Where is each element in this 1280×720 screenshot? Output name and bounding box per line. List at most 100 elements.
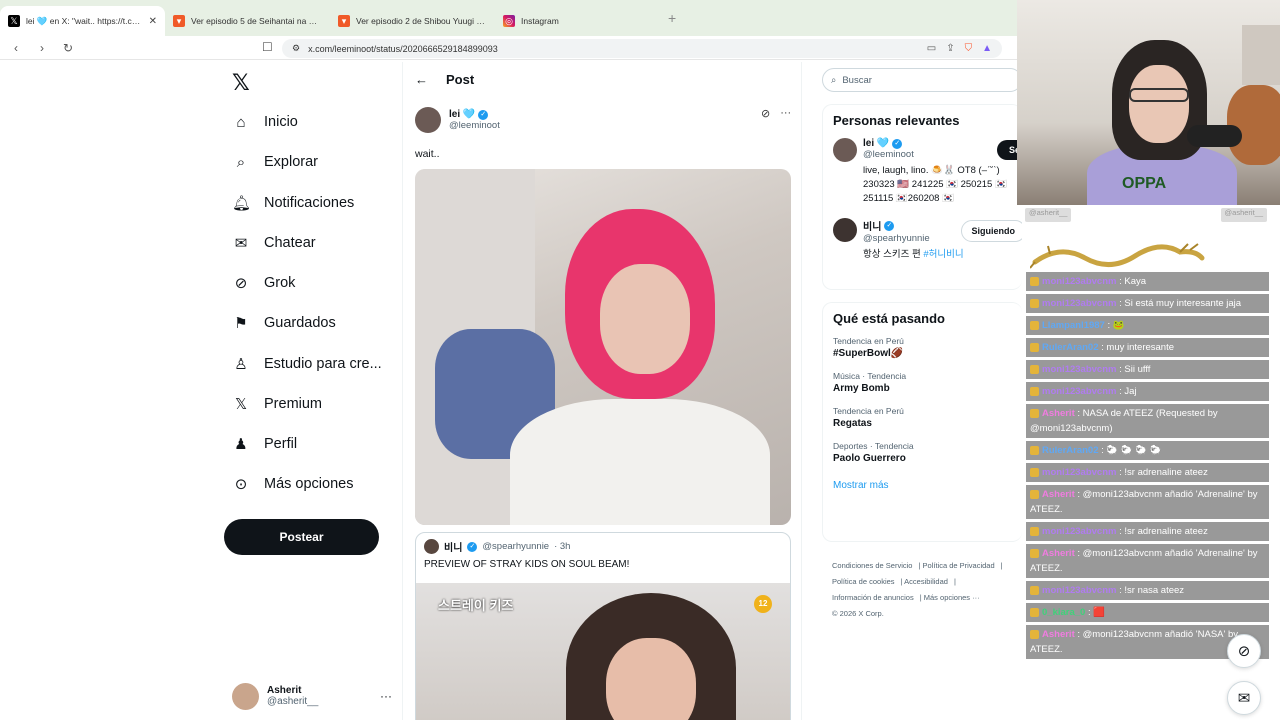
footer-link[interactable]: Política de cookies bbox=[832, 577, 895, 586]
chat-text: : 🟥 bbox=[1087, 607, 1106, 618]
hashtag-link[interactable]: #허니비니 bbox=[923, 249, 963, 260]
verified-icon: ✓ bbox=[892, 138, 903, 149]
post-button[interactable]: Postear bbox=[224, 519, 379, 555]
chat-username: 0_kiara_0 bbox=[1042, 607, 1086, 618]
microphone bbox=[1187, 125, 1242, 147]
brave-shield-icon[interactable]: ⛉ bbox=[965, 43, 973, 54]
person-handle: @spearhyunnie bbox=[863, 233, 930, 244]
nav-item-premium[interactable]: 𝕏 Premium bbox=[232, 392, 322, 416]
chat-text: : !sr adrenaline ateez bbox=[1119, 467, 1208, 478]
rewards-icon[interactable]: ▲ bbox=[982, 43, 992, 54]
quoted-post-video[interactable]: 스트레이 키즈 12 bbox=[416, 583, 790, 720]
account-switcher[interactable]: Asherit @asherit__ ··· bbox=[232, 676, 392, 716]
forward-icon[interactable]: › bbox=[32, 41, 52, 55]
footer-link[interactable]: Condiciones de Servicio bbox=[832, 561, 912, 570]
person-row[interactable]: 비니 ✓ @spearhyunnie 항상 스키즈 편 #허니비니 Siguien… bbox=[823, 212, 1022, 268]
verified-icon: ✓ bbox=[884, 220, 895, 231]
post-actions: ⊘ ··· bbox=[761, 107, 791, 120]
nav-item-grok[interactable]: ⊘ Grok bbox=[232, 271, 296, 295]
post-author[interactable]: lei 🩵 ✓ @leeminoot bbox=[415, 107, 500, 133]
x-logo-icon: 𝕏 bbox=[8, 15, 20, 27]
show-more-link[interactable]: Mostrar más bbox=[823, 470, 1022, 501]
cast-icon[interactable]: ▭ bbox=[927, 43, 936, 54]
trend-name: Regatas bbox=[833, 418, 872, 429]
nav-item-perfil[interactable]: ♟ Perfil bbox=[232, 432, 297, 456]
post-video[interactable] bbox=[415, 169, 791, 525]
browser-tab[interactable]: 𝕏 lei 🩵 en X: "wait.. https://t.co/jfO ✕ bbox=[0, 6, 165, 36]
x-logo-icon[interactable]: 𝕏 bbox=[232, 70, 250, 96]
person-name[interactable]: lei 🩵 bbox=[863, 138, 889, 149]
chat-message: moni123abvcnm : Kaya bbox=[1026, 272, 1269, 291]
nav-item-estudio[interactable]: ♙ Estudio para cre... bbox=[232, 352, 381, 376]
chat-message: 0_kiara_0 : 🟥 bbox=[1026, 603, 1269, 622]
footer-link[interactable]: Política de Privacidad bbox=[923, 561, 995, 570]
tab-title: Ver episodio 2 de Shibou Yuugi de M bbox=[356, 16, 487, 26]
chat-message: moni123abvcnm : Si está muy interesante … bbox=[1026, 294, 1269, 313]
nav-item-notificaciones[interactable]: 🔔︎ Notificaciones bbox=[232, 191, 354, 215]
more-icon: ⊙ bbox=[234, 476, 248, 493]
right-sidebar: ⌕ Buscar Personas relevantes lei 🩵 ✓ @lee… bbox=[802, 62, 1022, 720]
trend-item[interactable]: Deportes · Tendencia Paolo Guerrero bbox=[823, 435, 1022, 470]
trend-item[interactable]: Música · Tendencia Army Bomb bbox=[823, 365, 1022, 400]
nav-item-guardados[interactable]: ⚑ Guardados bbox=[232, 311, 335, 335]
url-field[interactable]: ⚙ x.com/leeminoot/status/202066652918489… bbox=[282, 39, 1002, 58]
nav-item-inicio[interactable]: ⌂ Inicio bbox=[232, 110, 297, 134]
person-bio: 항상 스키즈 편 #허니비니 bbox=[863, 248, 964, 262]
nav-item-chatear[interactable]: ✉ Chatear bbox=[232, 231, 316, 255]
person-row[interactable]: lei 🩵 ✓ @leeminoot live, laugh, lino. 🍮🐰 … bbox=[823, 132, 1022, 212]
chat-badge-icon bbox=[1030, 526, 1039, 536]
trend-name: #SuperBowl🏈 bbox=[833, 348, 904, 359]
footer-link[interactable]: Información de anuncios bbox=[832, 593, 914, 602]
account-handle: @asherit__ bbox=[267, 696, 319, 707]
following-button[interactable]: Siguiendo bbox=[960, 220, 1022, 242]
chat-username: Asherit bbox=[1042, 489, 1075, 500]
chat-message: moni123abvcnm : !sr nasa ateez bbox=[1026, 581, 1269, 600]
reload-icon[interactable]: ↻ bbox=[58, 41, 78, 55]
back-arrow-icon[interactable]: ← bbox=[415, 72, 428, 87]
search-input[interactable]: ⌕ Buscar bbox=[822, 68, 1022, 92]
browser-tab[interactable]: ▾ Ver episodio 2 de Shibou Yuugi de M bbox=[330, 6, 495, 36]
grok-icon[interactable]: ⊘ bbox=[1227, 634, 1261, 668]
nav-label: Chatear bbox=[264, 235, 316, 251]
nav-item-explorar[interactable]: ⌕ Explorar bbox=[232, 150, 318, 174]
chat-message: RulerAran02 : 🐑 🐑 🐑 🐑 bbox=[1026, 441, 1269, 460]
new-tab-icon[interactable]: + bbox=[668, 10, 676, 26]
age-rating-badge: 12 bbox=[754, 595, 772, 613]
chat-badge-icon bbox=[1030, 585, 1039, 595]
mail-icon[interactable]: ✉ bbox=[1227, 681, 1261, 715]
more-icon[interactable]: ··· bbox=[780, 107, 791, 120]
author-handle[interactable]: @leeminoot bbox=[449, 120, 500, 131]
avatar[interactable] bbox=[415, 107, 441, 133]
stream-chat: moni123abvcnm : Kaya moni123abvcnm : Si e… bbox=[1026, 272, 1269, 662]
close-icon[interactable]: ✕ bbox=[149, 16, 157, 27]
share-icon[interactable]: ⇪ bbox=[946, 43, 954, 54]
home-icon: ⌂ bbox=[236, 113, 246, 131]
back-icon[interactable]: ‹ bbox=[6, 41, 26, 55]
person-name[interactable]: 비니 bbox=[863, 218, 881, 233]
footer-link[interactable]: Más opciones ··· bbox=[924, 593, 980, 602]
more-icon[interactable]: ··· bbox=[380, 689, 392, 703]
browser-tab[interactable]: ▾ Ver episodio 5 de Seihantai na Kimi t bbox=[165, 6, 330, 36]
chat-username: RulerAran02 bbox=[1042, 342, 1099, 353]
avatar[interactable] bbox=[833, 218, 857, 242]
bookmark-icon[interactable]: ☐ bbox=[262, 40, 273, 54]
author-name[interactable]: lei 🩵 bbox=[449, 109, 475, 120]
trend-name: Paolo Guerrero bbox=[833, 453, 906, 464]
trend-item[interactable]: Tendencia en Perú #SuperBowl🏈 bbox=[823, 330, 1022, 365]
tab-title: Ver episodio 5 de Seihantai na Kimi t bbox=[191, 16, 322, 26]
avatar bbox=[232, 682, 259, 710]
site-settings-icon[interactable]: ⚙ bbox=[292, 43, 300, 54]
footer-link[interactable]: Accesibilidad bbox=[904, 577, 948, 586]
chat-message: Asherit : @moni123abvcnm añadió 'Adrenal… bbox=[1026, 544, 1269, 578]
nav-item-mas-opciones[interactable]: ⊙ Más opciones bbox=[232, 472, 354, 496]
chat-text: : muy interesante bbox=[1101, 342, 1175, 353]
trend-item[interactable]: Tendencia en Perú Regatas bbox=[823, 400, 1022, 435]
verified-icon: ✓ bbox=[467, 541, 478, 552]
chat-badge-icon bbox=[1030, 364, 1039, 374]
browser-tab[interactable]: ◎ Instagram bbox=[495, 6, 660, 36]
quoted-post[interactable]: 비니 ✓ @spearhyunnie · 3h PREVIEW OF STRAY… bbox=[415, 532, 791, 720]
person-bio: live, laugh, lino. 🍮🐰 OT8 (–ˊ˘ˋ) 230323 … bbox=[863, 165, 1007, 204]
chat-username: moni123abvcnm bbox=[1042, 467, 1117, 478]
avatar[interactable] bbox=[833, 138, 857, 162]
grok-icon[interactable]: ⊘ bbox=[761, 107, 770, 120]
